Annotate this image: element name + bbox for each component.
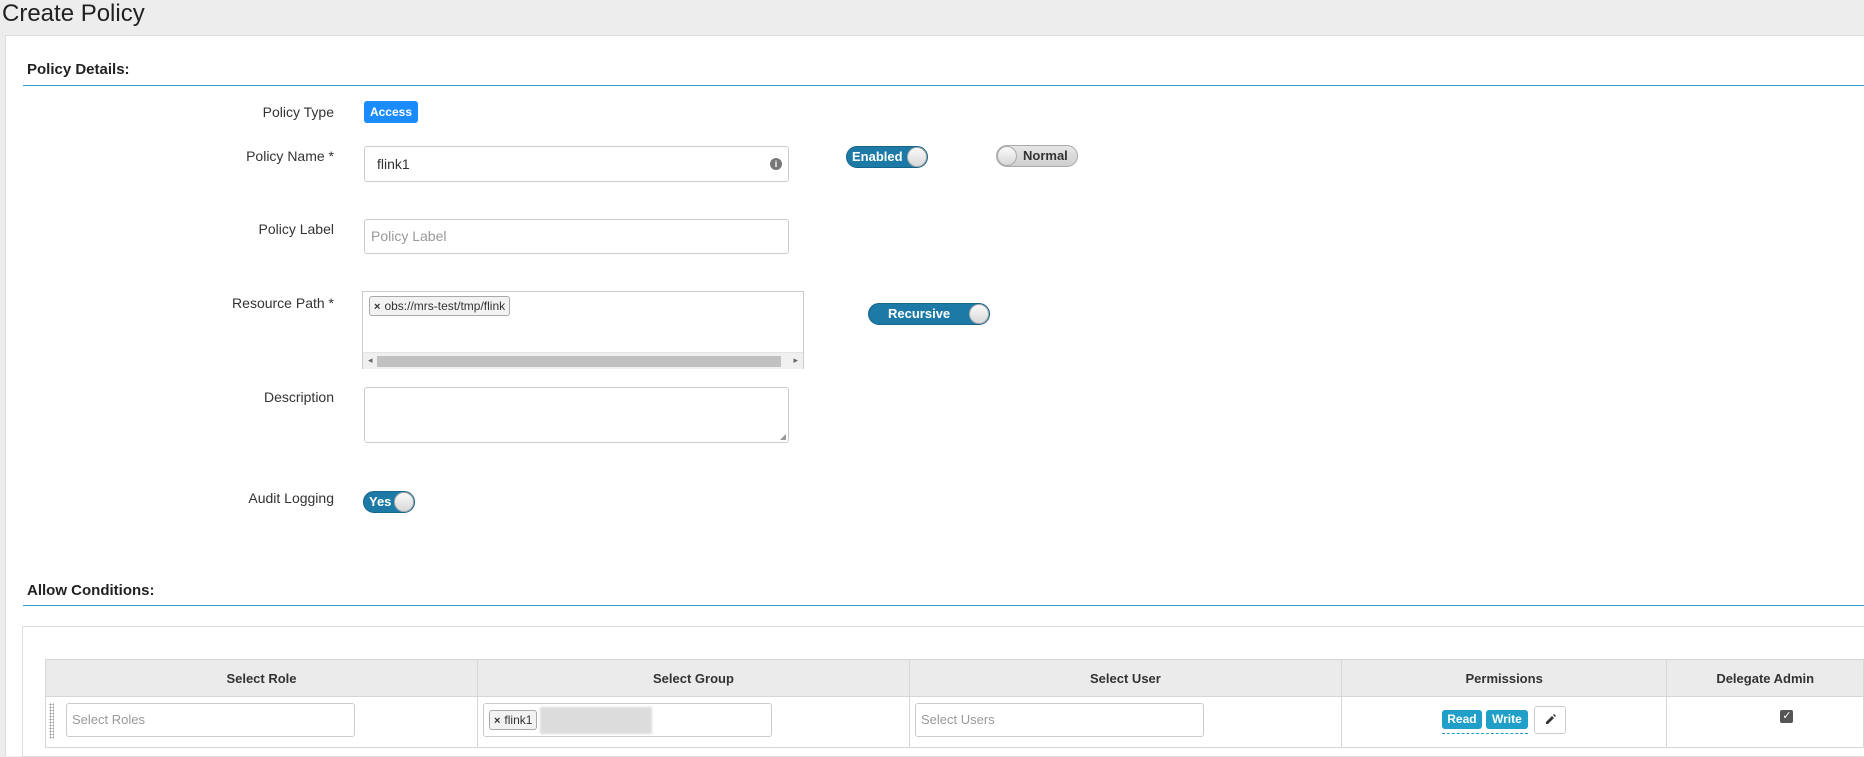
permissions-table: Select Role Select Group Select User Per… — [45, 659, 1864, 748]
description-textarea[interactable]: ◢ — [364, 387, 789, 443]
drag-handle-icon[interactable] — [49, 703, 54, 739]
table-header-row: Select Role Select Group Select User Per… — [45, 659, 1864, 697]
resource-path-tag[interactable]: × obs://mrs-test/tmp/flink — [369, 296, 511, 316]
enabled-toggle-label: Enabled — [852, 149, 903, 164]
delegate-admin-cell: ✓ — [1666, 696, 1864, 748]
select-users-placeholder: Select Users — [920, 712, 995, 727]
policy-name-label: Policy Name * — [246, 148, 334, 164]
policy-name-input[interactable]: flink1 i — [364, 146, 789, 182]
column-header-role: Select Role — [45, 659, 478, 697]
permission-write-badge[interactable]: Write — [1485, 710, 1528, 729]
description-label: Description — [263, 389, 334, 405]
user-cell: Select Users — [908, 696, 1342, 748]
column-header-group: Select Group — [476, 659, 910, 697]
policy-label-placeholder: Policy Label — [371, 228, 447, 244]
policy-label-input[interactable]: Policy Label — [364, 219, 789, 254]
policy-type-badge: Access — [364, 101, 418, 123]
delegate-admin-checkbox[interactable]: ✓ — [1780, 710, 1794, 723]
resource-path-input[interactable]: × obs://mrs-test/tmp/flink ◂ ▸ — [362, 291, 804, 369]
allow-conditions-heading: Allow Conditions: — [27, 582, 155, 599]
info-icon[interactable]: i — [770, 158, 782, 170]
recursive-toggle-label: Recursive — [888, 306, 951, 321]
remove-tag-icon[interactable]: × — [374, 301, 380, 313]
horizontal-scrollbar[interactable]: ◂ ▸ — [363, 352, 803, 369]
scrollbar-thumb[interactable] — [377, 356, 781, 367]
select-roles-input[interactable]: Select Roles — [66, 703, 355, 737]
toggle-knob — [394, 492, 414, 512]
policy-details-heading: Policy Details: — [27, 61, 130, 78]
group-cell: × flink1 — [476, 696, 910, 748]
toggle-knob — [907, 147, 927, 167]
group-tag[interactable]: × flink1 — [488, 710, 538, 730]
policy-label-label: Policy Label — [258, 221, 335, 237]
scroll-left-icon[interactable]: ◂ — [368, 355, 373, 366]
enabled-toggle[interactable]: Enabled — [846, 146, 928, 168]
resource-path-tag-text: obs://mrs-test/tmp/flink — [384, 299, 506, 313]
pencil-icon — [1545, 714, 1556, 724]
audit-logging-toggle[interactable]: Yes — [363, 491, 415, 513]
toggle-knob — [969, 304, 989, 324]
resource-path-label: Resource Path * — [232, 295, 334, 311]
policy-type-label: Policy Type — [262, 104, 334, 120]
recursive-toggle[interactable]: Recursive — [868, 303, 990, 325]
table-row: Select Roles × flink1 Select Users Read — [45, 696, 1864, 748]
select-roles-placeholder: Select Roles — [72, 712, 145, 727]
audit-logging-label: Audit Logging — [248, 490, 334, 506]
remove-tag-icon[interactable]: × — [494, 715, 500, 727]
scroll-right-icon[interactable]: ▸ — [793, 355, 798, 366]
permissions-cell: Read Write — [1340, 696, 1668, 748]
normal-toggle-label: Normal — [1023, 148, 1068, 163]
column-header-delegate-admin: Delegate Admin — [1666, 659, 1864, 697]
role-cell: Select Roles — [45, 696, 478, 748]
edit-permissions-button[interactable] — [1533, 706, 1566, 734]
column-header-user: Select User — [908, 659, 1342, 697]
policy-name-value: flink1 — [377, 156, 410, 172]
column-header-permissions: Permissions — [1340, 659, 1668, 697]
group-tag-text: flink1 — [504, 713, 533, 727]
toggle-knob — [997, 146, 1017, 166]
policy-details-divider — [23, 85, 1864, 86]
normal-toggle[interactable]: Normal — [996, 145, 1078, 167]
permission-read-badge[interactable]: Read — [1441, 710, 1482, 729]
permissions-underline — [1441, 733, 1528, 734]
page-title: Create Policy — [2, 0, 145, 27]
allow-conditions-divider — [23, 605, 1864, 606]
select-users-input[interactable]: Select Users — [914, 703, 1204, 737]
select-group-input[interactable]: × flink1 — [482, 703, 772, 737]
blurred-redaction — [539, 707, 652, 734]
resize-handle-icon[interactable]: ◢ — [780, 432, 786, 441]
audit-logging-value: Yes — [369, 494, 392, 509]
